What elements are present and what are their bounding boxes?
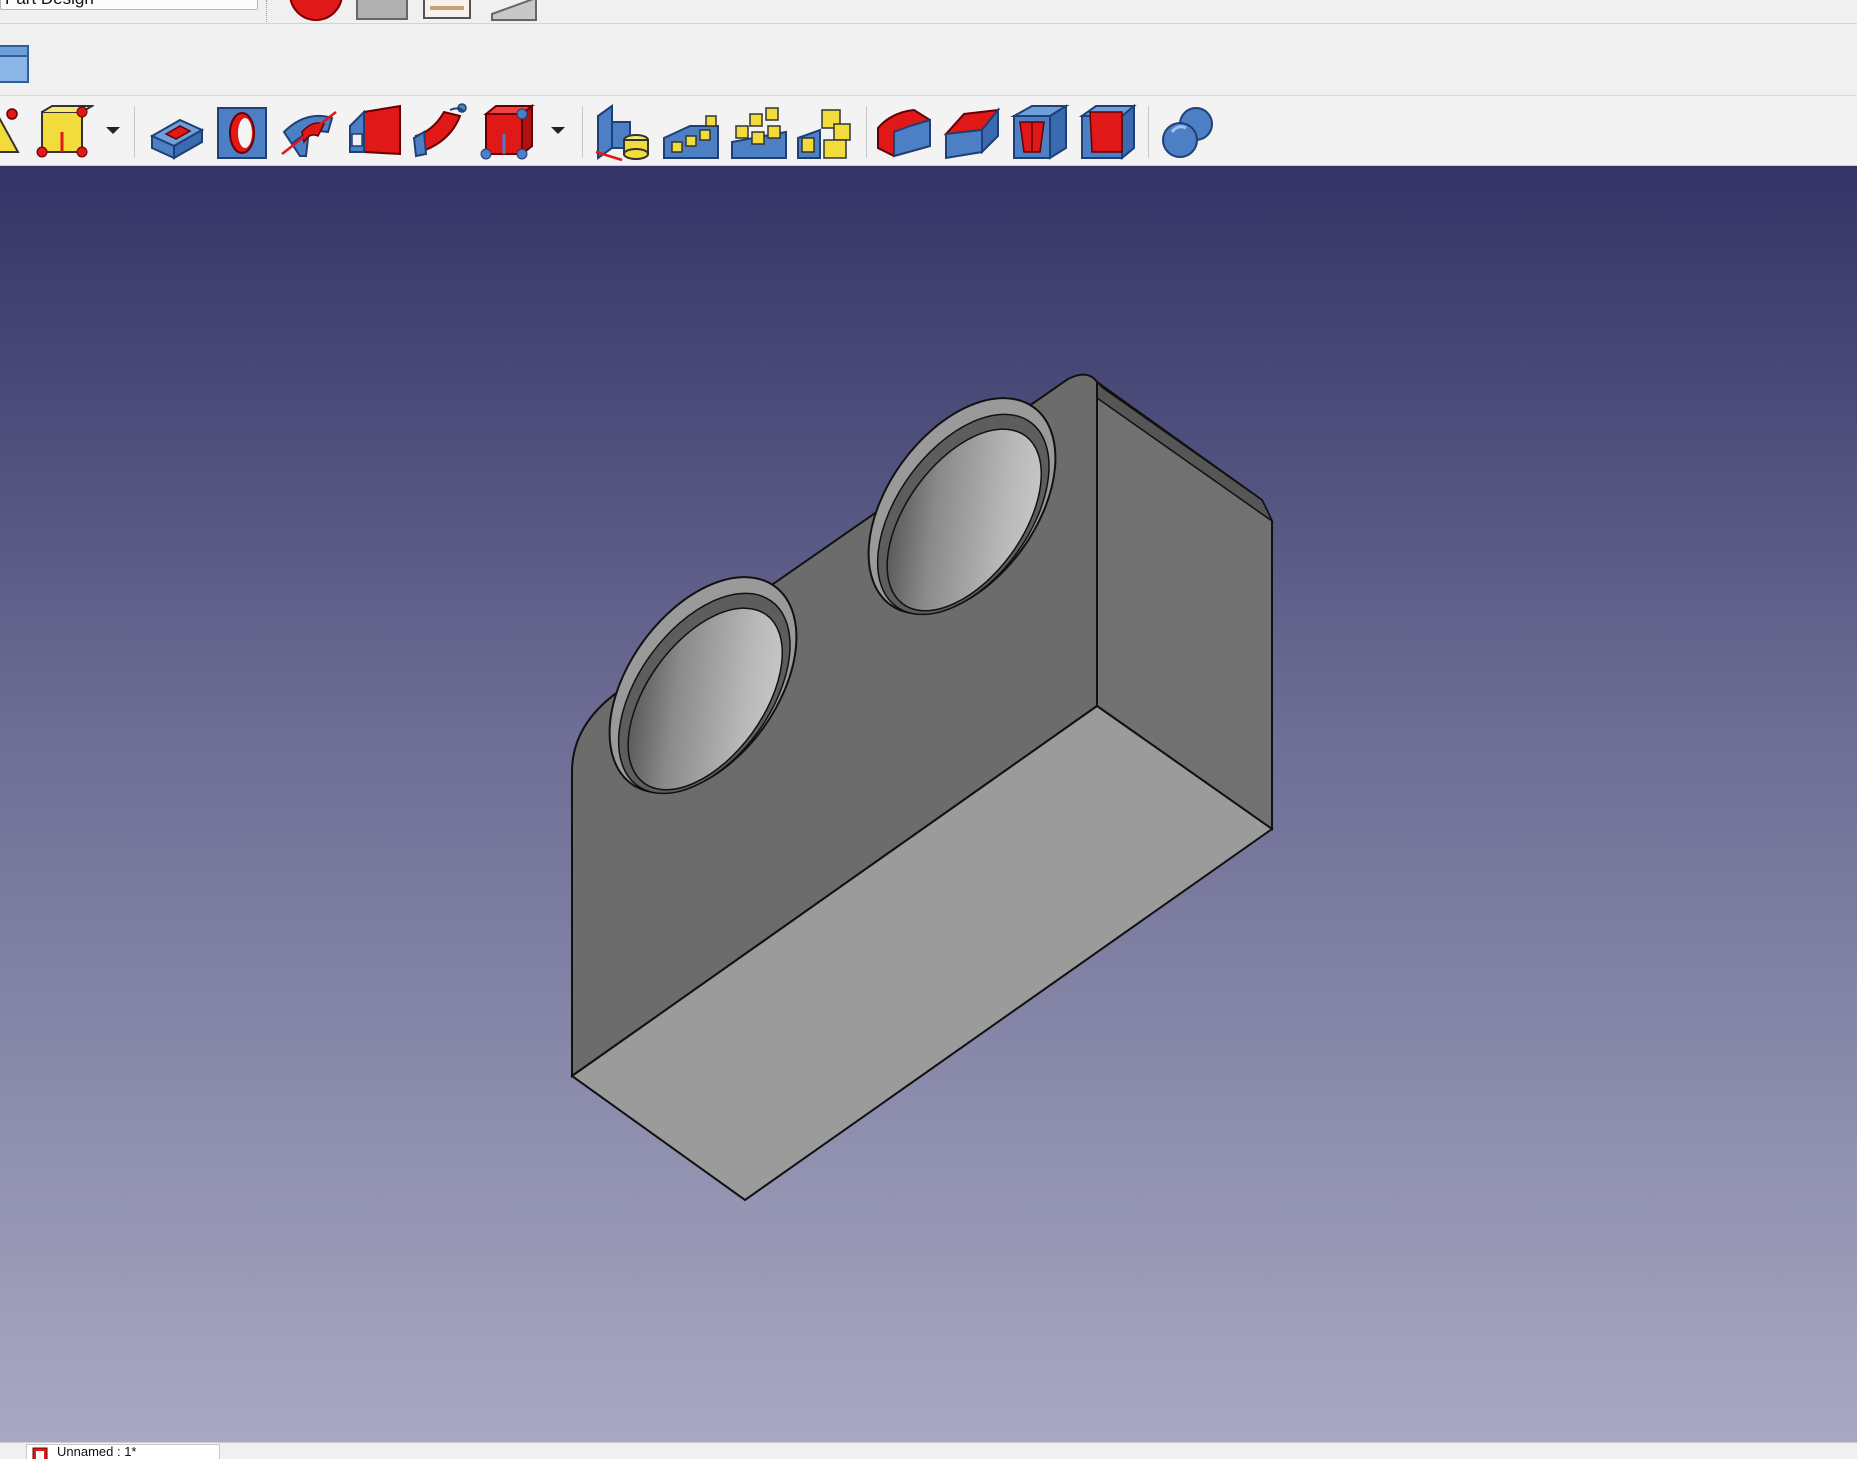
multitransform-icon[interactable] bbox=[794, 102, 854, 162]
draft-icon[interactable] bbox=[1010, 102, 1070, 162]
shape-binder-dropdown-icon[interactable] bbox=[104, 120, 122, 140]
toolbar-separator bbox=[582, 106, 583, 158]
chamfer-icon[interactable] bbox=[942, 102, 1002, 162]
document-tab[interactable]: Unnamed : 1* bbox=[26, 1444, 220, 1459]
polar-pattern-icon[interactable] bbox=[728, 102, 788, 162]
pocket-icon[interactable] bbox=[146, 102, 206, 162]
fillet-icon[interactable] bbox=[874, 102, 934, 162]
subtractive-loft-icon[interactable] bbox=[344, 102, 404, 162]
open-folder-icon[interactable] bbox=[0, 34, 32, 94]
create-shape-binder-icon[interactable] bbox=[34, 102, 94, 162]
mirrored-icon[interactable] bbox=[592, 102, 652, 162]
3d-viewport[interactable] bbox=[0, 166, 1857, 1442]
toolbar-separator bbox=[266, 0, 268, 22]
linear-pattern-icon[interactable] bbox=[660, 102, 720, 162]
thickness-icon[interactable] bbox=[1078, 102, 1138, 162]
create-datum-point-icon[interactable] bbox=[0, 102, 26, 162]
macro-editor-icon[interactable] bbox=[418, 0, 478, 24]
toolbar-separator bbox=[134, 106, 135, 158]
top-toolbar: Part Design bbox=[0, 0, 1857, 24]
macro-stop-icon[interactable] bbox=[352, 0, 412, 24]
document-tab-label: Unnamed : 1* bbox=[57, 1444, 137, 1459]
toolbar-separator bbox=[1148, 106, 1149, 158]
hole-icon[interactable] bbox=[212, 102, 272, 162]
macro-record-icon[interactable] bbox=[286, 0, 346, 24]
toolbar-separator bbox=[866, 106, 867, 158]
groove-icon[interactable] bbox=[278, 102, 338, 162]
file-toolbar bbox=[0, 24, 1857, 96]
subtractive-pipe-icon[interactable] bbox=[410, 102, 470, 162]
workbench-selector[interactable]: Part Design bbox=[0, 0, 258, 10]
subtractive-primitive-dropdown-icon[interactable] bbox=[549, 120, 567, 140]
part-design-toolbar bbox=[0, 96, 1857, 166]
macro-execute-icon[interactable] bbox=[484, 0, 544, 24]
document-icon bbox=[32, 1447, 48, 1459]
workbench-selector-value: Part Design bbox=[5, 0, 94, 9]
boolean-icon[interactable] bbox=[1158, 102, 1218, 162]
part-model bbox=[570, 373, 1274, 1202]
subtractive-primitive-icon[interactable] bbox=[478, 102, 538, 162]
document-tab-bar: Unnamed : 1* bbox=[0, 1442, 1857, 1459]
